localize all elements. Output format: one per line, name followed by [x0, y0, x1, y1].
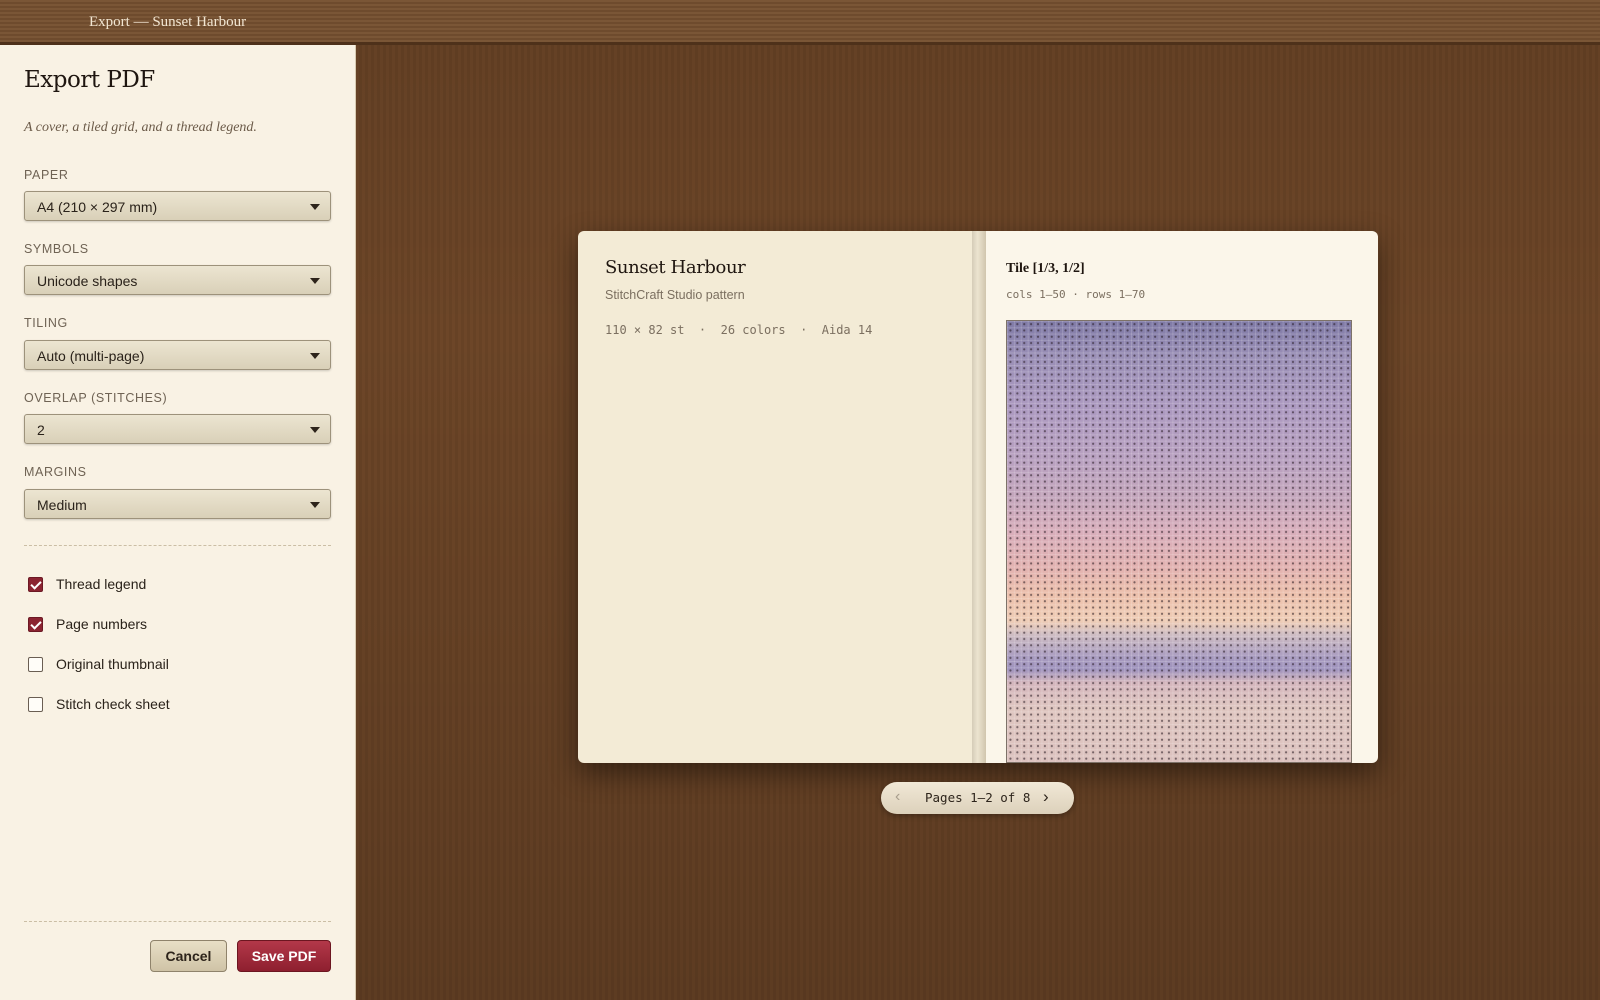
chevron-left-icon[interactable]: ‹	[895, 788, 900, 806]
chevron-right-icon[interactable]: ›	[1043, 787, 1049, 807]
tile-page: Tile [1/3, 1/2] cols 1–50 · rows 1–70	[986, 231, 1378, 763]
chevron-down-icon	[310, 502, 320, 508]
title-bar: Export — Sunset Harbour	[0, 0, 1600, 45]
overlap-label: OVERLAP (STITCHES)	[24, 391, 168, 405]
chevron-down-icon	[310, 204, 320, 210]
stitch-grid-preview	[1006, 320, 1352, 763]
symbols-value: Unicode shapes	[37, 273, 138, 289]
section-divider	[24, 545, 331, 546]
chevron-down-icon	[310, 427, 320, 433]
page-numbers-label: Page numbers	[56, 616, 148, 632]
thread-legend-checkbox[interactable]	[28, 577, 43, 592]
pdf-preview-spread: Sunset Harbour StitchCraft Studio patter…	[578, 231, 1378, 763]
tile-range: cols 1–50 · rows 1–70	[1006, 288, 1146, 301]
stitch-check-sheet-checkbox[interactable]	[28, 697, 43, 712]
symbols-label: SYMBOLS	[24, 242, 89, 256]
chevron-down-icon	[310, 278, 320, 284]
window-title: Export — Sunset Harbour	[89, 14, 247, 30]
overlap-value: 2	[37, 422, 45, 438]
page-gutter	[972, 231, 986, 763]
panel-subtitle: A cover, a tiled grid, and a thread lege…	[24, 120, 257, 135]
page-numbers-checkbox[interactable]	[28, 617, 43, 632]
paper-select[interactable]: A4 (210 × 297 mm)	[24, 191, 331, 221]
margins-select[interactable]: Medium	[24, 489, 331, 519]
preview-area: Sunset Harbour StitchCraft Studio patter…	[356, 45, 1600, 1000]
cover-title: Sunset Harbour	[605, 257, 746, 278]
tiling-select[interactable]: Auto (multi-page)	[24, 340, 331, 370]
original-thumbnail-checkbox[interactable]	[28, 657, 43, 672]
page-indicator: Pages 1–2 of 8	[925, 790, 1031, 805]
save-pdf-button[interactable]: Save PDF	[237, 940, 331, 972]
stitch-check-sheet-label: Stitch check sheet	[56, 696, 170, 712]
page-pager: ‹ Pages 1–2 of 8 ›	[881, 782, 1074, 814]
symbols-select[interactable]: Unicode shapes	[24, 265, 331, 295]
overlap-select[interactable]: 2	[24, 414, 331, 444]
footer-divider	[24, 921, 331, 922]
original-thumbnail-label: Original thumbnail	[56, 656, 169, 672]
thread-legend-label: Thread legend	[56, 576, 147, 592]
cover-page: Sunset Harbour StitchCraft Studio patter…	[578, 231, 972, 763]
tiling-value: Auto (multi-page)	[37, 348, 145, 364]
cancel-button[interactable]: Cancel	[150, 940, 227, 972]
margins-label: MARGINS	[24, 465, 87, 479]
paper-value: A4 (210 × 297 mm)	[37, 199, 158, 215]
panel-heading: Export PDF	[24, 67, 155, 93]
export-sidebar: Export PDF A cover, a tiled grid, and a …	[0, 45, 356, 1000]
chevron-down-icon	[310, 353, 320, 359]
margins-value: Medium	[37, 497, 87, 513]
tiling-label: TILING	[24, 316, 68, 330]
cover-subtitle: StitchCraft Studio pattern	[605, 288, 745, 302]
paper-label: PAPER	[24, 168, 69, 182]
tile-title: Tile [1/3, 1/2]	[1006, 261, 1085, 276]
cover-meta: 110 × 82 st · 26 colors · Aida 14	[605, 323, 873, 337]
